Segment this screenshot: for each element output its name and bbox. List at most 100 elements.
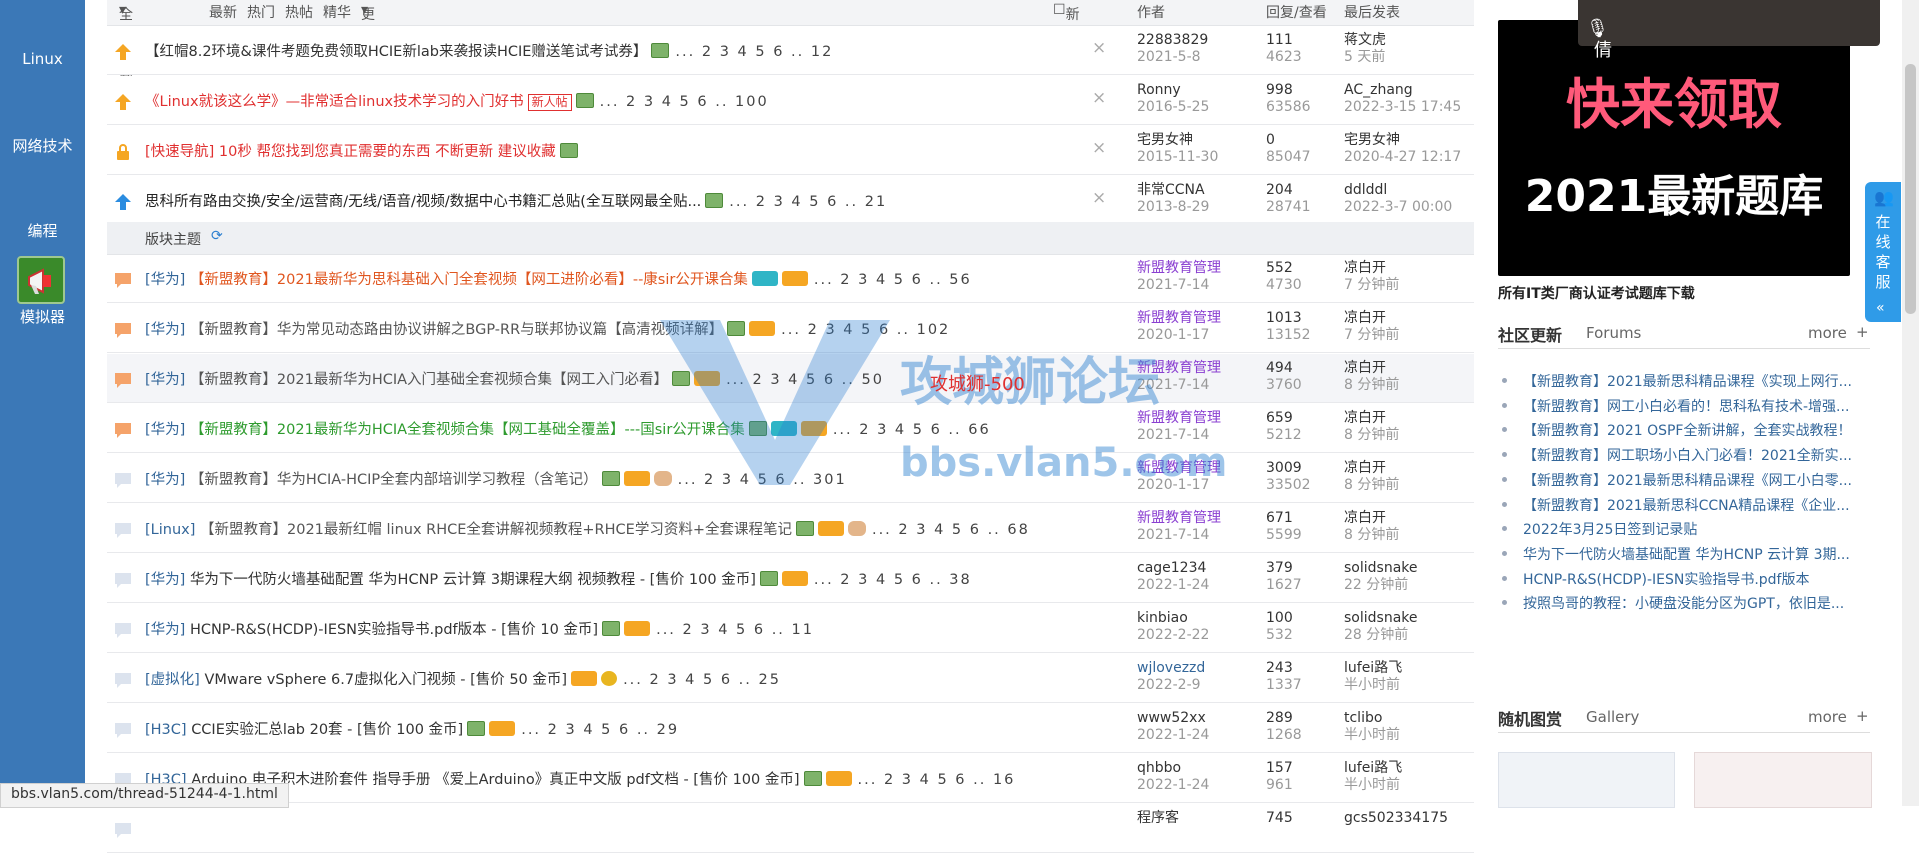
- thread-pages[interactable]: ... 2 3 4 5 6 .. 29: [521, 722, 679, 738]
- gallery-thumbnail[interactable]: [1498, 752, 1675, 808]
- author-name[interactable]: 22883829: [1137, 32, 1208, 49]
- thread-pages[interactable]: ... 2 3 4 5 6 .. 16: [858, 772, 1016, 788]
- scrollbar-thumb[interactable]: [1905, 64, 1916, 314]
- table-row[interactable]: 程序客 745 gcs502334175: [107, 804, 1474, 853]
- list-item[interactable]: HCNP-R&S(HCDP)-IESN实验指导书.pdf版本: [1498, 566, 1878, 590]
- community-link[interactable]: 【新盟教育】2021最新思科精品课程《网工小白零...: [1523, 470, 1852, 490]
- table-row[interactable]: [华为] 【新盟教育】2021最新华为思科基础入门全套视频【网工进阶必看】--康…: [107, 254, 1474, 303]
- table-row[interactable]: [Linux] 【新盟教育】2021最新红帽 linux RHCE全套讲解视频教…: [107, 504, 1474, 553]
- last-poster[interactable]: 凉白开: [1344, 360, 1399, 377]
- new-window-checkbox[interactable]: ☐ 新窗: [1053, 2, 1080, 43]
- last-poster[interactable]: 凉白开: [1344, 410, 1399, 427]
- last-post-time[interactable]: 7 分钟前: [1344, 277, 1399, 294]
- thread-category[interactable]: [华为]: [145, 472, 185, 488]
- last-post-time[interactable]: 2022-3-7 00:00: [1344, 199, 1452, 216]
- promo-banner[interactable]: 快来领取 2021最新题库: [1498, 20, 1850, 276]
- thread-pages[interactable]: ... 2 3 4 5 6 .. 11: [656, 622, 814, 638]
- gallery-plus-button[interactable]: +: [1856, 707, 1869, 725]
- thread-title[interactable]: 【新盟教育】2021最新华为HCIA全套视频合集【网工基础全覆盖】---国sir…: [190, 422, 745, 438]
- thread-category[interactable]: [华为]: [145, 422, 185, 438]
- table-row[interactable]: 【红帽8.2环境&课件考题免费领取HCIE新lab来袭报读HCIE赠送笔试考试券…: [107, 26, 1474, 75]
- gallery-more-link[interactable]: more: [1808, 708, 1847, 726]
- community-link[interactable]: HCNP-R&S(HCDP)-IESN实验指导书.pdf版本: [1523, 569, 1809, 589]
- thread-title[interactable]: 思科所有路由交换/安全/运营商/无线/语音/视频/数据中心书籍汇总贴(全互联网最…: [145, 194, 701, 210]
- last-post-time[interactable]: 8 分钟前: [1344, 377, 1399, 394]
- author-name[interactable]: 新盟教育管理: [1137, 460, 1221, 477]
- author-name[interactable]: 新盟教育管理: [1137, 310, 1221, 327]
- thread-category[interactable]: [Linux]: [145, 522, 195, 538]
- filter-digest[interactable]: 精华: [323, 2, 351, 22]
- last-poster[interactable]: 凉白开: [1344, 460, 1399, 477]
- last-poster[interactable]: AC_zhang: [1344, 82, 1461, 99]
- table-row[interactable]: [华为] 【新盟教育】2021最新华为HCIA入门基础全套视频合集【网工入门必看…: [107, 354, 1474, 403]
- author-name[interactable]: wjlovezzd: [1137, 660, 1205, 677]
- last-post-time[interactable]: 7 分钟前: [1344, 327, 1399, 344]
- close-icon[interactable]: ×: [1092, 88, 1106, 108]
- thread-pages[interactable]: ... 2 3 4 5 6 .. 25: [623, 672, 781, 688]
- community-link[interactable]: 按照鸟哥的教程：小硬盘没能分区为GPT，依旧是...: [1523, 593, 1844, 613]
- table-row[interactable]: [华为] HCNP-R&S(HCDP)-IESN实验指导书.pdf版本 - [售…: [107, 604, 1474, 653]
- table-row[interactable]: [华为] 【新盟教育】2021最新华为HCIA全套视频合集【网工基础全覆盖】--…: [107, 404, 1474, 453]
- table-row[interactable]: [华为] 华为下一代防火墙基础配置 华为HCNP 云计算 3期课程大纲 视频教程…: [107, 554, 1474, 603]
- table-row[interactable]: [快速导航] 10秒 帮您找到您真正需要的东西 不断更新 建议收藏 × 宅男女神 20…: [107, 126, 1474, 175]
- thread-title[interactable]: HCNP-R&S(HCDP)-IESN实验指导书.pdf版本 - [售价 10 …: [190, 622, 598, 638]
- thread-title[interactable]: 【新盟教育】2021最新华为思科基础入门全套视频【网工进阶必看】--康sir公开…: [190, 272, 748, 288]
- community-more-link[interactable]: more: [1808, 324, 1847, 342]
- gallery-thumbnail[interactable]: [1694, 752, 1872, 808]
- thread-pages[interactable]: ... 2 3 4 5 6 .. 66: [833, 422, 991, 438]
- last-poster[interactable]: 凉白开: [1344, 510, 1399, 527]
- list-item[interactable]: 【新盟教育】2021 OSPF全新讲解，全套实战教程！: [1498, 417, 1878, 441]
- table-row[interactable]: [H3C] CCIE实验汇总lab 20套 - [售价 100 金币] ... 2…: [107, 704, 1474, 753]
- thread-title[interactable]: [快速导航] 10秒 帮您找到您真正需要的东西 不断更新 建议收藏: [145, 144, 556, 160]
- thread-title[interactable]: 【新盟教育】华为HCIA-HCIP全套内部培训学习教程（含笔记）: [190, 472, 598, 488]
- last-post-time[interactable]: 2020-4-27 12:17: [1344, 149, 1461, 166]
- thread-category[interactable]: [华为]: [145, 272, 185, 288]
- filter-more-dropdown[interactable]: 更多 ▾: [361, 2, 375, 43]
- thread-title[interactable]: CCIE实验汇总lab 20套 - [售价 100 金币]: [191, 722, 463, 738]
- thread-category[interactable]: [华为]: [145, 322, 185, 338]
- last-poster[interactable]: lufei路飞: [1344, 760, 1402, 777]
- sidebar-item-programming[interactable]: 编程: [0, 220, 85, 241]
- thread-title[interactable]: 【新盟教育】华为常见动态路由协议讲解之BGP-RR与联邦协议篇【高清视频详解】: [190, 322, 723, 338]
- community-link[interactable]: 2022年3月25日签到记录贴: [1523, 519, 1697, 539]
- table-row[interactable]: [华为] 【新盟教育】华为HCIA-HCIP全套内部培训学习教程（含笔记）...…: [107, 454, 1474, 503]
- sidebar-item-network[interactable]: 网络技术: [0, 135, 85, 156]
- thread-pages[interactable]: ... 2 3 4 5 6 .. 102: [781, 322, 950, 338]
- thread-category[interactable]: [虚拟化]: [145, 672, 200, 688]
- list-item[interactable]: 按照鸟哥的教程：小硬盘没能分区为GPT，依旧是...: [1498, 590, 1878, 614]
- last-poster[interactable]: 凉白开: [1344, 260, 1399, 277]
- last-poster[interactable]: tclibo: [1344, 710, 1400, 727]
- filter-latest[interactable]: 最新: [209, 2, 237, 22]
- list-item[interactable]: 【新盟教育】网工小白必看的！思科私有技术-增强...: [1498, 393, 1878, 417]
- author-name[interactable]: 非常CCNA: [1137, 182, 1209, 199]
- close-icon[interactable]: ×: [1092, 188, 1106, 208]
- last-post-time[interactable]: 8 分钟前: [1344, 477, 1399, 494]
- last-poster[interactable]: solidsnake: [1344, 610, 1418, 627]
- list-item[interactable]: 【新盟教育】网工职场小白入门必看！2021全新实...: [1498, 442, 1878, 466]
- thread-pages[interactable]: ... 2 3 4 5 6 .. 56: [814, 272, 972, 288]
- author-name[interactable]: 新盟教育管理: [1137, 410, 1221, 427]
- thread-pages[interactable]: ... 2 3 4 5 6 .. 12: [675, 44, 833, 60]
- last-poster[interactable]: gcs502334175: [1344, 810, 1448, 827]
- list-item[interactable]: 华为下一代防火墙基础配置 华为HCNP 云计算 3期...: [1498, 541, 1878, 565]
- table-row[interactable]: [华为] 【新盟教育】华为常见动态路由协议讲解之BGP-RR与联邦协议篇【高清视…: [107, 304, 1474, 353]
- thread-category[interactable]: [H3C]: [145, 722, 187, 738]
- community-link[interactable]: 【新盟教育】网工职场小白入门必看！2021全新实...: [1523, 445, 1852, 465]
- table-row[interactable]: [虚拟化] VMware vSphere 6.7虚拟化入门视频 - [售价 50…: [107, 654, 1474, 703]
- sidebar-item-simulator[interactable]: 模拟器: [0, 306, 85, 327]
- last-poster[interactable]: solidsnake: [1344, 560, 1418, 577]
- last-post-time[interactable]: 5 天前: [1344, 49, 1386, 66]
- table-row[interactable]: 《Linux就该这么学》—非常适合linux技术学习的入门好书 新人帖 ... 2 …: [107, 76, 1474, 125]
- thread-category[interactable]: [华为]: [145, 572, 185, 588]
- last-post-time[interactable]: 半小时前: [1344, 727, 1400, 744]
- online-service-tab[interactable]: 👥 在线客服 «: [1865, 182, 1901, 322]
- filter-hot[interactable]: 热门: [247, 2, 275, 22]
- last-poster[interactable]: 蒋文虎: [1344, 32, 1386, 49]
- last-post-time[interactable]: 半小时前: [1344, 777, 1402, 794]
- list-item[interactable]: 【新盟教育】2021最新思科精品课程《网工小白零...: [1498, 467, 1878, 491]
- promo-caption[interactable]: 所有IT类厂商认证考试题库下载: [1498, 283, 1695, 303]
- last-post-time[interactable]: 半小时前: [1344, 677, 1402, 694]
- community-link[interactable]: 【新盟教育】2021最新思科CCNA精品课程《企业...: [1523, 495, 1850, 515]
- last-post-time[interactable]: 28 分钟前: [1344, 627, 1418, 644]
- author-name[interactable]: 宅男女神: [1137, 132, 1218, 149]
